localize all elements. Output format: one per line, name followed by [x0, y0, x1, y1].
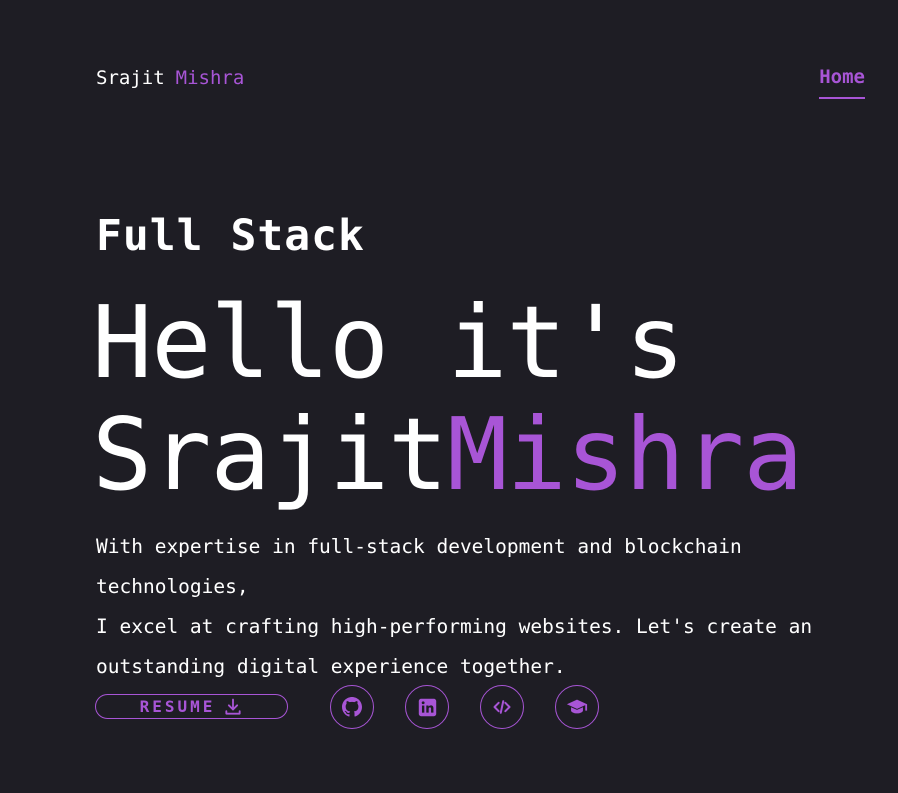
linkedin-icon	[418, 698, 437, 717]
github-link[interactable]	[330, 685, 374, 729]
hero-headline: Hello it's SrajitMishra	[92, 284, 803, 513]
nav-home-link[interactable]: Home	[819, 64, 865, 99]
resume-button[interactable]: RESUME	[95, 694, 288, 719]
hero-subtitle: Full Stack	[96, 211, 365, 261]
brand-last-name: Mishra	[175, 67, 245, 89]
headline-name-white: Srajit	[92, 396, 448, 513]
brand-logo[interactable]: Srajit Mishra	[96, 66, 244, 90]
education-link[interactable]	[555, 685, 599, 729]
code-profile-link[interactable]	[480, 685, 524, 729]
resume-label: RESUME	[139, 697, 216, 716]
code-icon	[492, 697, 512, 717]
headline-line2: SrajitMishra	[92, 396, 803, 513]
portfolio-page: Srajit Mishra Home Full Stack Hello it's …	[0, 0, 898, 793]
hero-description: With expertise in full-stack development…	[96, 535, 813, 678]
brand-first-name: Srajit	[96, 67, 165, 89]
github-icon	[342, 697, 362, 717]
headline-line1: Hello it's	[92, 284, 685, 401]
headline-name-accent: Mishra	[447, 396, 803, 513]
linkedin-link[interactable]	[405, 685, 449, 729]
download-icon	[223, 697, 243, 717]
graduation-cap-icon	[566, 696, 588, 718]
